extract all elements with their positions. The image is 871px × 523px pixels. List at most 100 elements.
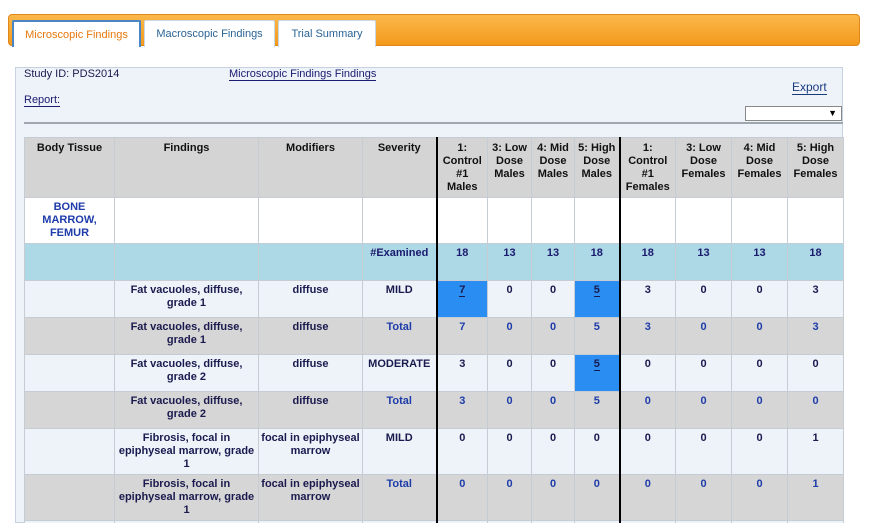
count-cell: 0 [618,474,676,521]
count-cell: 0 [675,280,732,318]
table-cell [435,197,488,244]
column-header[interactable]: Severity [362,137,437,198]
count-link[interactable]: 5 [593,284,600,297]
column-header[interactable]: Modifiers [258,137,363,198]
count-cell: 0 [731,354,788,392]
count-cell: 5 [574,317,620,355]
highlighted-count-cell[interactable]: 5 [574,280,620,318]
findings-table: Body Tissue Findings Modifiers Severity … [24,137,844,523]
count-cell: 0 [675,474,732,521]
table-row: Fat vacuoles, diffuse, grade 1 diffuse MIL… [24,280,844,318]
tissue-cell [24,317,115,355]
export-link[interactable]: Export [792,80,827,95]
examined-count: 13 [731,243,788,281]
tab-trial-summary[interactable]: Trial Summary [278,20,376,47]
count-cell: 0 [675,354,732,392]
count-cell: 0 [487,317,532,355]
count-cell: 0 [618,428,676,475]
count-link[interactable]: 7 [459,284,466,297]
count-cell: 3 [435,354,488,392]
count-cell: 0 [574,474,620,521]
count-cell: 3 [618,317,676,355]
column-header[interactable]: 5: High Dose Males [574,137,620,198]
count-cell: 1 [787,428,844,475]
table-row: Fat vacuoles, diffuse, grade 2 diffuse Tot… [24,391,844,429]
table-cell [487,197,532,244]
table-header-row: Body Tissue Findings Modifiers Severity … [24,137,844,198]
table-row: Fibrosis, focal in epiphyseal marrow, gr… [24,474,844,521]
examined-count: 18 [618,243,676,281]
tissue-cell [24,474,115,521]
count-cell: 3 [435,391,488,429]
table-cell [531,197,575,244]
table-row: Fat vacuoles, diffuse, grade 2 diffuse MOD… [24,354,844,392]
severity-cell: Total [362,474,437,521]
count-cell: 0 [731,391,788,429]
severity-cell: Total [362,391,437,429]
column-header[interactable]: 4: Mid Dose Females [731,137,788,198]
chevron-down-icon: ▼ [828,108,837,118]
count-cell: 5 [574,391,620,429]
table-row: Fat vacuoles, diffuse, grade 1 diffuse Tot… [24,317,844,355]
column-header[interactable]: 3: Low Dose Males [487,137,532,198]
column-header[interactable]: 5: High Dose Females [787,137,844,198]
examined-count: 13 [675,243,732,281]
column-header[interactable]: 4: Mid Dose Males [531,137,575,198]
modifier-cell: diffuse [258,317,363,355]
tab-microscopic-findings[interactable]: Microscopic Findings [12,20,141,47]
export-format-select[interactable]: ▼ [745,106,842,121]
count-link[interactable]: 5 [593,358,600,371]
column-header[interactable]: 1: Control #1 Males [435,137,488,198]
modifier-cell: diffuse [258,391,363,429]
examined-count: 18 [574,243,620,281]
table-cell [787,197,844,244]
count-cell: 3 [618,280,676,318]
tissue-cell [24,354,115,392]
tissue-row: BONE MARROW, FEMUR [24,197,844,244]
count-cell: 0 [731,428,788,475]
column-header[interactable]: 1: Control #1 Females [618,137,676,198]
count-cell: 0 [787,391,844,429]
finding-cell: Fat vacuoles, diffuse, grade 2 [114,354,259,392]
count-cell: 0 [787,354,844,392]
count-cell: 0 [731,280,788,318]
tab-macroscopic-findings[interactable]: Macroscopic Findings [144,20,275,47]
finding-cell: Fat vacuoles, diffuse, grade 1 [114,317,259,355]
count-cell: 0 [675,428,732,475]
findings-link[interactable]: Microscopic Findings Findings [229,68,377,81]
tissue-cell [24,391,115,429]
tissue-cell [24,280,115,318]
divider [24,122,843,124]
table-cell [114,243,259,281]
count-cell: 0 [487,391,532,429]
count-cell: 1 [787,474,844,521]
count-cell: 0 [435,474,488,521]
finding-cell: Fat vacuoles, diffuse, grade 1 [114,280,259,318]
finding-cell: Fibrosis, focal in epiphyseal marrow, gr… [114,474,259,521]
count-cell: 7 [435,317,488,355]
body-tissue-cell[interactable]: BONE MARROW, FEMUR [24,197,115,244]
examined-count: 13 [487,243,532,281]
count-cell: 0 [675,317,732,355]
severity-cell: MODERATE [362,354,437,392]
table-cell [618,197,676,244]
count-cell: 0 [487,354,532,392]
table-cell [258,243,363,281]
report-link[interactable]: Report: [24,94,61,107]
column-header[interactable]: Findings [114,137,259,198]
count-cell: 0 [531,474,575,521]
column-header[interactable]: 3: Low Dose Females [675,137,732,198]
column-header[interactable]: Body Tissue [24,137,115,198]
count-cell: 3 [787,317,844,355]
count-cell: 0 [731,474,788,521]
table-cell [574,197,620,244]
count-cell: 0 [618,354,676,392]
count-cell: 0 [531,391,575,429]
modifier-cell: diffuse [258,354,363,392]
examined-label: #Examined [362,243,437,281]
highlighted-count-cell[interactable]: 5 [574,354,620,392]
highlighted-count-cell[interactable]: 7 [435,280,488,318]
examined-count: 18 [787,243,844,281]
modifier-cell: focal in epiphyseal marrow [258,428,363,475]
count-cell: 0 [487,280,532,318]
